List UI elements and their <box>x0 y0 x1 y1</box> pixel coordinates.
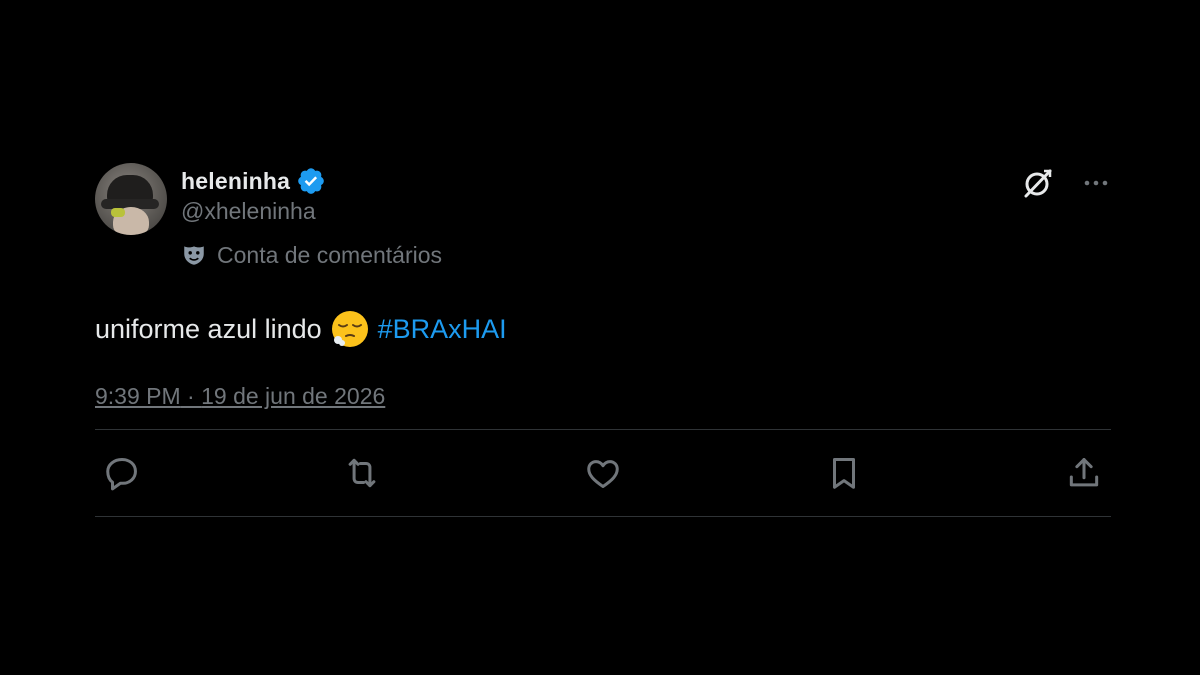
avatar-glasses <box>111 208 125 217</box>
relieved-face-exhaling-emoji-icon <box>330 309 370 349</box>
share-icon[interactable] <box>1065 454 1103 492</box>
bookmark-icon[interactable] <box>825 454 863 492</box>
top-actions <box>1021 166 1111 200</box>
meta-separator: · <box>180 383 202 409</box>
hashtag-link[interactable]: #BRAxHAI <box>378 309 507 349</box>
post-text: uniforme azul lindo #BRAxHAI <box>95 309 1111 349</box>
account-label-text: Conta de comentários <box>217 241 443 268</box>
repost-icon[interactable] <box>343 454 381 492</box>
post-time[interactable]: 9:39 PM <box>95 383 181 409</box>
verified-badge-icon[interactable] <box>296 166 326 196</box>
post: heleninha @xheleninha Conta de comentári… <box>95 162 1111 517</box>
avatar[interactable] <box>95 163 167 235</box>
like-icon[interactable] <box>584 454 622 492</box>
account-label: Conta de comentários <box>181 240 442 270</box>
divider-bottom <box>95 516 1111 517</box>
author-info: heleninha @xheleninha Conta de comentári… <box>181 166 442 270</box>
display-name-row: heleninha <box>181 166 442 196</box>
more-options-icon[interactable] <box>1081 168 1111 198</box>
mask-icon <box>181 242 207 268</box>
reply-icon[interactable] <box>103 454 141 492</box>
display-name[interactable]: heleninha <box>181 168 290 195</box>
post-date[interactable]: 19 de jun de 2026 <box>201 383 385 409</box>
post-header: heleninha @xheleninha Conta de comentári… <box>95 162 1111 277</box>
grok-icon[interactable] <box>1021 166 1055 200</box>
handle[interactable]: @xheleninha <box>181 198 442 228</box>
post-text-content: uniforme azul lindo <box>95 314 322 344</box>
action-bar <box>95 430 1111 516</box>
post-meta: 9:39 PM · 19 de jun de 2026 <box>95 383 1111 415</box>
